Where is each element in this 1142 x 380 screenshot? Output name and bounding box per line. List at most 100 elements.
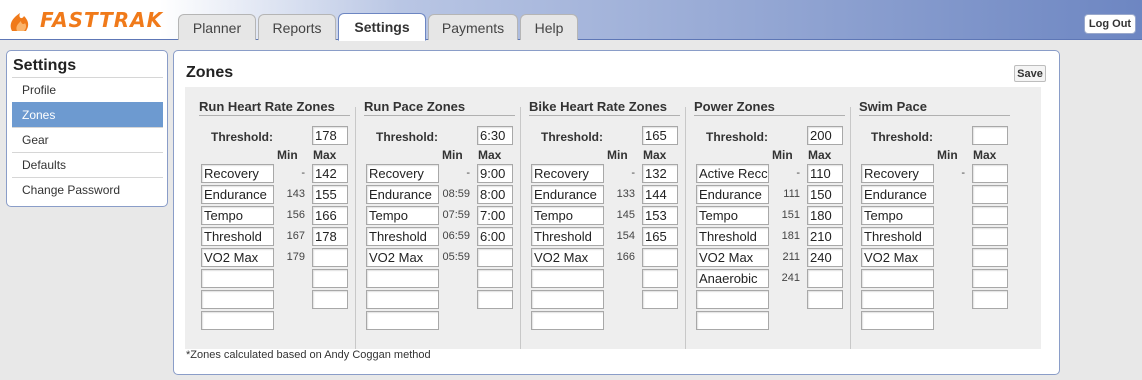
zone-name-input[interactable] — [696, 290, 769, 309]
zone-max-input[interactable]: 9:00 — [477, 164, 513, 183]
zone-max-input[interactable] — [312, 269, 348, 288]
zone-name-input[interactable]: VO2 Max — [531, 248, 604, 267]
zone-max-input[interactable] — [642, 290, 678, 309]
zone-max-input[interactable] — [972, 248, 1008, 267]
zone-name-input[interactable]: Endurance — [531, 185, 604, 204]
zone-name-input[interactable]: Recovery — [861, 164, 934, 183]
zone-name-input[interactable]: VO2 Max — [201, 248, 274, 267]
zone-name-input[interactable] — [366, 269, 439, 288]
zone-max-input[interactable] — [477, 290, 513, 309]
zone-max-input[interactable]: 155 — [312, 185, 348, 204]
sidebar-item-defaults[interactable]: Defaults — [12, 152, 163, 177]
zone-min-value: 143 — [286, 188, 305, 200]
zone-name-input[interactable]: Tempo — [366, 206, 439, 225]
zone-name-input[interactable] — [201, 311, 274, 330]
threshold-input[interactable] — [972, 126, 1008, 145]
zone-name-input[interactable]: Threshold — [531, 227, 604, 246]
zone-max-input[interactable] — [642, 269, 678, 288]
zone-name-input[interactable]: Endurance — [861, 185, 934, 204]
zone-max-input[interactable] — [312, 290, 348, 309]
zone-name-input[interactable]: Recovery — [201, 164, 274, 183]
zone-max-input[interactable] — [972, 185, 1008, 204]
threshold-input[interactable]: 178 — [312, 126, 348, 145]
zone-max-input[interactable]: 132 — [642, 164, 678, 183]
sidebar-item-gear[interactable]: Gear — [12, 127, 163, 152]
zone-name-input[interactable]: Endurance — [366, 185, 439, 204]
logout-button[interactable]: Log Out — [1084, 14, 1136, 34]
zone-max-input[interactable]: 240 — [807, 248, 843, 267]
sidebar-item-change-password[interactable]: Change Password — [12, 177, 163, 202]
zone-name-input[interactable] — [531, 290, 604, 309]
tab-settings[interactable]: Settings — [338, 13, 426, 41]
sidebar-item-profile[interactable]: Profile — [12, 77, 163, 102]
zone-max-input[interactable] — [972, 227, 1008, 246]
fasttrak-logo[interactable]: FASTTRAK — [6, 5, 163, 35]
zone-name-input[interactable] — [861, 269, 934, 288]
bike-heart-rate-zones-column: Bike Heart Rate Zones Threshold: 165 Min Max… — [529, 87, 684, 349]
threshold-input[interactable]: 6:30 — [477, 126, 513, 145]
zone-name-input[interactable]: Threshold — [861, 227, 934, 246]
zone-max-input[interactable]: 110 — [807, 164, 843, 183]
zone-min-value: 05:59 — [442, 251, 470, 263]
zone-name-input[interactable] — [201, 290, 274, 309]
tab-payments[interactable]: Payments — [428, 14, 518, 40]
zone-max-input[interactable]: 144 — [642, 185, 678, 204]
zone-min-value: 211 — [782, 251, 800, 263]
threshold-input[interactable]: 200 — [807, 126, 843, 145]
zone-name-input[interactable]: Tempo — [861, 206, 934, 225]
zone-max-input[interactable]: 210 — [807, 227, 843, 246]
save-button[interactable]: Save — [1014, 65, 1046, 82]
zone-name-input[interactable] — [861, 311, 934, 330]
zone-name-input[interactable]: VO2 Max — [861, 248, 934, 267]
zone-name-input[interactable] — [696, 311, 769, 330]
zone-max-input[interactable]: 153 — [642, 206, 678, 225]
zone-max-input[interactable] — [972, 269, 1008, 288]
zone-max-input[interactable] — [642, 248, 678, 267]
zone-name-input[interactable]: Anaerobic — [696, 269, 769, 288]
zone-name-input[interactable]: Tempo — [531, 206, 604, 225]
zone-max-input[interactable]: 166 — [312, 206, 348, 225]
zone-name-input[interactable]: Endurance — [201, 185, 274, 204]
zone-max-input[interactable] — [972, 164, 1008, 183]
zone-name-input[interactable]: Tempo — [201, 206, 274, 225]
zone-max-input[interactable] — [312, 248, 348, 267]
zone-max-input[interactable]: 8:00 — [477, 185, 513, 204]
title-underline — [529, 115, 680, 116]
zone-max-input[interactable]: 178 — [312, 227, 348, 246]
tab-reports[interactable]: Reports — [258, 14, 336, 40]
zone-max-input[interactable] — [477, 269, 513, 288]
zone-name-input[interactable]: Active Recc — [696, 164, 769, 183]
zone-name-input[interactable]: Endurance — [696, 185, 769, 204]
zone-name-input[interactable] — [861, 290, 934, 309]
zone-max-input[interactable]: 6:00 — [477, 227, 513, 246]
zone-name-input[interactable] — [366, 311, 439, 330]
threshold-input[interactable]: 165 — [642, 126, 678, 145]
zone-max-input[interactable]: 180 — [807, 206, 843, 225]
sidebar-item-zones[interactable]: Zones — [12, 102, 163, 127]
zone-max-input[interactable]: 165 — [642, 227, 678, 246]
zone-max-input[interactable]: 7:00 — [477, 206, 513, 225]
zone-name-input[interactable]: Tempo — [696, 206, 769, 225]
zone-max-input[interactable] — [807, 269, 843, 288]
tab-help[interactable]: Help — [520, 14, 578, 40]
zone-name-input[interactable]: Threshold — [696, 227, 769, 246]
zone-name-input[interactable]: Recovery — [366, 164, 439, 183]
zone-name-input[interactable] — [531, 311, 604, 330]
zone-name-input[interactable]: VO2 Max — [696, 248, 769, 267]
zone-name-input[interactable]: Recovery — [531, 164, 604, 183]
zone-max-input[interactable]: 150 — [807, 185, 843, 204]
tab-planner[interactable]: Planner — [178, 14, 256, 40]
zone-name-input[interactable] — [531, 269, 604, 288]
zone-name-input[interactable]: VO2 Max — [366, 248, 439, 267]
zone-max-input[interactable] — [972, 290, 1008, 309]
zone-max-input[interactable] — [477, 248, 513, 267]
zone-name-input[interactable]: Threshold — [201, 227, 274, 246]
zone-max-input[interactable] — [972, 206, 1008, 225]
zone-name-input[interactable] — [201, 269, 274, 288]
zone-min-value: 151 — [781, 209, 800, 221]
zone-max-input[interactable] — [807, 290, 843, 309]
zone-name-input[interactable]: Threshold — [366, 227, 439, 246]
min-header: Min — [937, 148, 958, 162]
zone-name-input[interactable] — [366, 290, 439, 309]
zone-max-input[interactable]: 142 — [312, 164, 348, 183]
